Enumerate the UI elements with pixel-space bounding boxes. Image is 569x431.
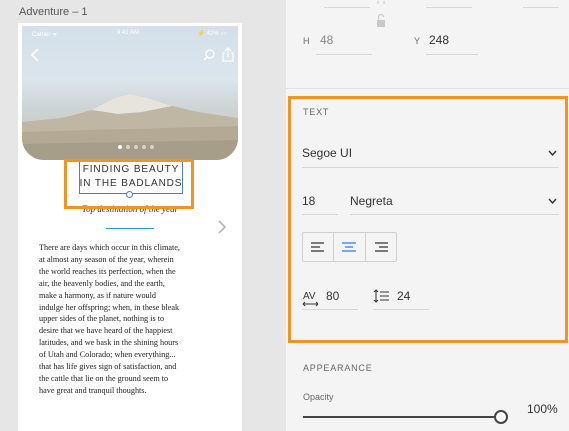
appearance-section-title: APPEARANCE	[303, 363, 373, 373]
headline-line-1: FINDING BEAUTY	[82, 164, 180, 175]
x-field-underline	[426, 7, 472, 8]
y-field-underline	[426, 54, 478, 55]
carousel-dot[interactable]	[126, 145, 130, 149]
font-size-field[interactable]: 18	[302, 194, 315, 208]
font-family-underline	[302, 167, 559, 168]
opacity-slider-track[interactable]	[303, 416, 500, 418]
align-left-icon	[311, 242, 325, 252]
character-spacing-icon: AV	[302, 291, 319, 307]
height-label: H	[303, 36, 311, 46]
height-field-underline	[316, 54, 372, 55]
carousel-dot[interactable]	[150, 145, 154, 149]
line-spacing-field[interactable]: 24	[397, 289, 410, 303]
height-field[interactable]: 48	[320, 33, 333, 47]
width-field-underline	[324, 7, 370, 8]
mountain-landscape	[22, 94, 238, 160]
font-size-underline	[302, 214, 338, 215]
align-right-icon	[374, 242, 388, 252]
artboard[interactable]: Carrier ᯤ 9:41 AM ⚡ 42% ▭ FINDING BEAUTY…	[18, 23, 242, 431]
search-icon[interactable]	[203, 49, 215, 61]
opacity-label: Opacity	[303, 392, 334, 402]
align-center-button[interactable]	[334, 233, 366, 261]
text-section-title: TEXT	[303, 107, 330, 117]
carousel-dot[interactable]	[134, 145, 138, 149]
lock-icon[interactable]	[374, 0, 388, 30]
subtitle-text[interactable]: Top destination of the year	[40, 204, 220, 214]
canvas[interactable]: Adventure – 1 Carrier ᯤ 9:41 AM ⚡ 42% ▭ …	[0, 0, 286, 431]
y-field[interactable]: 248	[429, 33, 449, 47]
align-left-button[interactable]	[303, 233, 335, 261]
font-weight-underline	[350, 214, 559, 215]
chevron-down-icon[interactable]	[548, 150, 557, 156]
carousel-dots[interactable]	[118, 145, 154, 149]
next-icon[interactable]	[217, 220, 227, 234]
align-center-icon	[342, 242, 357, 252]
section-divider	[286, 88, 569, 89]
status-carrier: Carrier ᯤ	[32, 32, 58, 38]
headline-line-2: IN THE BADLANDS	[79, 178, 183, 189]
accent-divider	[106, 228, 154, 229]
body-paragraph[interactable]: There are days which occur in this clima…	[39, 242, 225, 397]
font-weight-dropdown[interactable]: Negreta	[350, 194, 393, 208]
share-icon[interactable]	[222, 47, 234, 62]
line-spacing-icon	[373, 289, 389, 303]
opacity-value[interactable]: 100%	[527, 402, 558, 416]
carousel-dot[interactable]	[118, 145, 122, 149]
hero-image[interactable]: Carrier ᯤ 9:41 AM ⚡ 42% ▭	[22, 26, 238, 160]
back-icon[interactable]	[29, 48, 41, 62]
font-family-dropdown[interactable]: Segoe UI	[302, 146, 352, 160]
opacity-slider-knob[interactable]	[494, 410, 508, 424]
status-time: 9:41 AM	[117, 30, 140, 36]
line-spacing-underline	[373, 309, 429, 310]
chevron-down-icon[interactable]	[548, 198, 557, 204]
field-underline	[523, 7, 559, 8]
align-right-button[interactable]	[366, 233, 396, 261]
status-battery: ⚡ 42% ▭	[197, 31, 226, 37]
character-spacing-field[interactable]: 80	[326, 289, 339, 303]
character-spacing-underline	[302, 309, 358, 310]
svg-text:AV: AV	[303, 291, 316, 302]
carousel-dot[interactable]	[142, 145, 146, 149]
y-label: Y	[414, 36, 421, 46]
resize-handle[interactable]	[126, 191, 133, 198]
text-alignment-group	[302, 232, 397, 262]
headline-text[interactable]: FINDING BEAUTY IN THE BADLANDS	[79, 163, 183, 191]
artboard-title[interactable]: Adventure – 1	[19, 6, 88, 18]
